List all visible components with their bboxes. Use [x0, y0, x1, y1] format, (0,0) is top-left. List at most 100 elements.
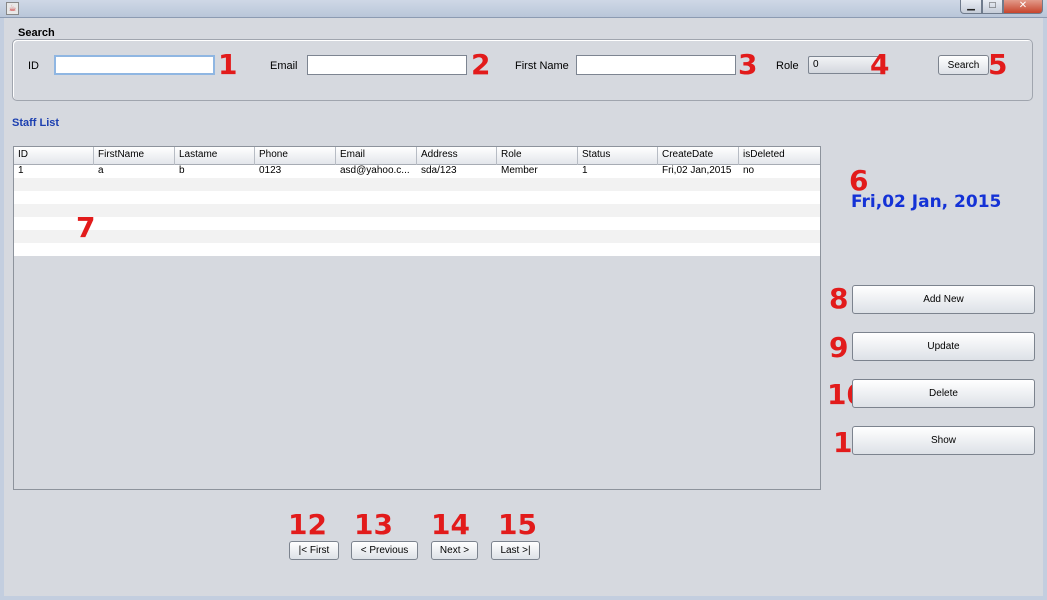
minimize-button[interactable]: ▁	[960, 0, 982, 14]
table-cell: 0123	[259, 165, 282, 176]
annotation-9: 9	[829, 331, 849, 364]
staff-table: ID FirstName Lastame Phone Email Address…	[13, 146, 821, 490]
table-row[interactable]	[14, 243, 820, 256]
table-cell	[578, 204, 658, 217]
annotation-6: 6	[849, 164, 869, 197]
last-page-button[interactable]: Last >|	[491, 541, 540, 560]
annotation-2: 2	[471, 48, 491, 81]
search-section-title: Search	[18, 27, 55, 39]
annotation-7: 7	[76, 211, 96, 244]
table-cell	[336, 217, 417, 230]
email-input[interactable]	[307, 55, 467, 75]
table-row[interactable]	[14, 217, 820, 230]
table-cell	[739, 230, 820, 243]
table-cell	[497, 191, 578, 204]
table-cell	[658, 243, 739, 256]
column-header[interactable]: Email	[336, 147, 417, 165]
column-header[interactable]: Role	[497, 147, 578, 165]
annotation-8: 8	[829, 282, 849, 315]
firstname-label: First Name	[515, 60, 569, 72]
column-header[interactable]: Phone	[255, 147, 336, 165]
table-row[interactable]	[14, 178, 820, 191]
table-cell	[739, 178, 820, 191]
annotation-14: 14	[431, 508, 470, 541]
add-new-button[interactable]: Add New	[852, 285, 1035, 314]
table-cell: a	[98, 165, 104, 176]
table-cell	[94, 178, 175, 191]
update-button[interactable]: Update	[852, 332, 1035, 361]
table-cell	[497, 204, 578, 217]
column-header[interactable]: Address	[417, 147, 497, 165]
table-cell	[14, 191, 94, 204]
id-input[interactable]	[54, 55, 215, 75]
table-cell	[255, 217, 336, 230]
table-cell	[658, 204, 739, 217]
annotation-13: 13	[354, 508, 393, 541]
table-cell	[417, 243, 497, 256]
delete-button[interactable]: Delete	[852, 379, 1035, 408]
table-cell	[94, 243, 175, 256]
next-page-button[interactable]: Next >	[431, 541, 478, 560]
role-label: Role	[776, 60, 799, 72]
table-cell	[255, 243, 336, 256]
table-cell	[175, 217, 255, 230]
table-cell	[94, 204, 175, 217]
table-cell	[94, 217, 175, 230]
column-header[interactable]: ID	[14, 147, 94, 165]
table-cell	[497, 178, 578, 191]
table-cell	[175, 191, 255, 204]
current-date-label: Fri,02 Jan, 2015	[851, 192, 1002, 212]
table-cell	[739, 191, 820, 204]
column-header[interactable]: Status	[578, 147, 658, 165]
id-label: ID	[28, 60, 39, 72]
table-row[interactable]	[14, 230, 820, 243]
table-cell	[336, 230, 417, 243]
table-cell	[578, 178, 658, 191]
column-header[interactable]: CreateDate	[658, 147, 739, 165]
table-cell	[739, 243, 820, 256]
table-cell	[14, 178, 94, 191]
table-cell	[255, 204, 336, 217]
table-cell	[255, 230, 336, 243]
java-app-icon: ☕	[6, 2, 19, 15]
table-cell	[497, 230, 578, 243]
table-cell	[497, 243, 578, 256]
table-cell: Member	[501, 165, 538, 176]
email-label: Email	[270, 60, 298, 72]
table-cell	[417, 178, 497, 191]
table-cell: no	[743, 165, 755, 176]
annotation-1: 1	[218, 48, 238, 81]
close-button[interactable]: ✕	[1003, 0, 1043, 14]
firstname-input[interactable]	[576, 55, 736, 75]
table-cell	[497, 217, 578, 230]
table-cell	[336, 191, 417, 204]
table-cell	[658, 230, 739, 243]
table-cell: 1	[582, 165, 588, 176]
column-header[interactable]: isDeleted	[739, 147, 820, 165]
table-row[interactable]	[14, 204, 820, 217]
table-row[interactable]: 1 a b 0123 asd@yahoo.c... sda/123 Member 1 Fri,0…	[14, 165, 820, 178]
table-cell	[658, 217, 739, 230]
column-header[interactable]: FirstName	[94, 147, 175, 165]
table-cell	[175, 204, 255, 217]
annotation-3: 3	[738, 48, 758, 81]
column-header[interactable]: Lastame	[175, 147, 255, 165]
maximize-button[interactable]: □	[982, 0, 1003, 14]
search-button[interactable]: Search	[938, 55, 989, 75]
table-cell	[578, 243, 658, 256]
previous-page-button[interactable]: < Previous	[351, 541, 418, 560]
table-cell	[14, 243, 94, 256]
table-cell	[739, 217, 820, 230]
show-button[interactable]: Show	[852, 426, 1035, 455]
table-cell	[578, 230, 658, 243]
first-page-button[interactable]: |< First	[289, 541, 339, 560]
window-titlebar: ☕ ▁ □ ✕	[0, 0, 1047, 18]
table-cell: asd@yahoo.c...	[340, 165, 410, 176]
table-row[interactable]	[14, 191, 820, 204]
window-frame-bottom	[0, 596, 1047, 600]
table-cell	[336, 204, 417, 217]
table-cell	[578, 217, 658, 230]
annotation-4: 4	[870, 48, 890, 81]
table-body: 1 a b 0123 asd@yahoo.c... sda/123 Member 1 Fri,0…	[14, 165, 820, 256]
table-cell	[417, 191, 497, 204]
